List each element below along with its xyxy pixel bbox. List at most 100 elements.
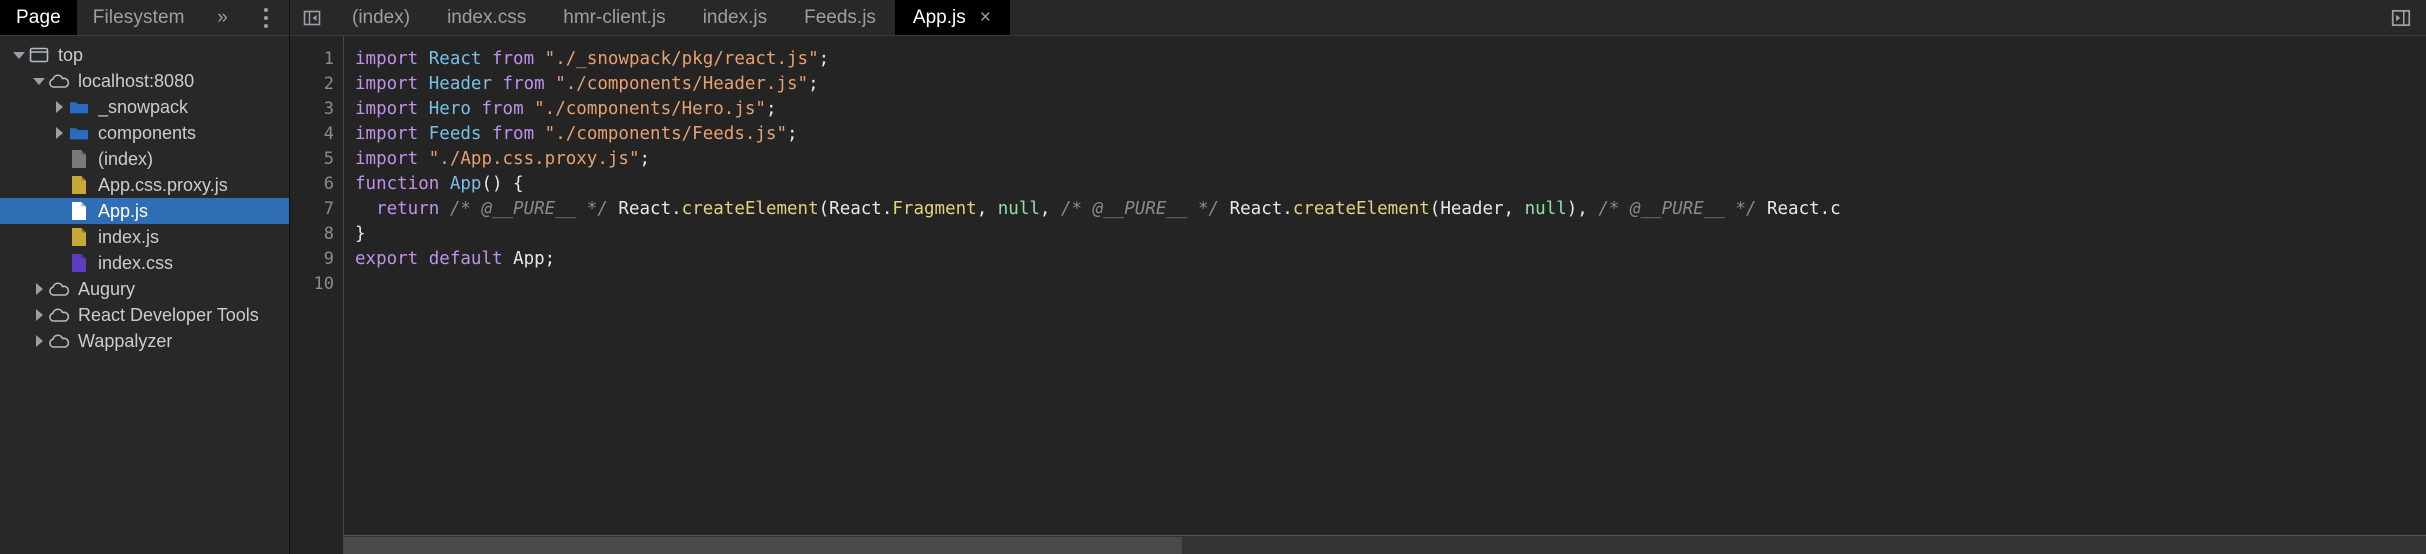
code-token: /* @__PURE__ */: [449, 199, 608, 219]
code-line[interactable]: return /* @__PURE__ */ React.createEleme…: [355, 197, 2426, 222]
cloud-icon: [49, 282, 70, 296]
folder-icon: [70, 102, 88, 114]
file-document-icon: [72, 150, 86, 168]
code-token: /* @__PURE__ */: [1598, 199, 1757, 219]
navigator-tabbar: Page Filesystem »: [0, 0, 289, 36]
code-token: () {: [481, 174, 524, 194]
code-editor[interactable]: 1 2 3 4 5 6 7 8 9 10 import React from "./_snowpa…: [290, 36, 2426, 554]
code-line[interactable]: export default App;: [355, 247, 2426, 272]
code-line[interactable]: import Feeds from "./components/Feeds.js…: [355, 122, 2426, 147]
code-line[interactable]: }: [355, 222, 2426, 247]
chevron-right-icon[interactable]: [30, 283, 48, 295]
file-document-icon: [68, 149, 90, 169]
chevron-right-icon[interactable]: [50, 101, 68, 113]
source-code[interactable]: import React from "./_snowpack/pkg/react…: [344, 36, 2426, 554]
code-token: createElement: [681, 199, 819, 219]
code-token: App: [449, 174, 482, 194]
line-number: 4: [323, 124, 334, 144]
tree-item-label: Augury: [78, 278, 136, 299]
kebab-dot: [264, 7, 268, 12]
tree-item-app-css-proxy-js[interactable]: App.css.proxy.js: [0, 172, 289, 198]
editor-tabbar: (index) index.css hmr-client.js index.js Fee…: [290, 0, 2426, 36]
tree-item-snowpack[interactable]: _snowpack: [0, 94, 289, 120]
code-line[interactable]: import React from "./_snowpack/pkg/react…: [355, 47, 2426, 72]
code-token: function: [355, 174, 450, 194]
file-tree[interactable]: top localhost:8080 _snowpack components (ind…: [0, 36, 289, 554]
chevron-right-icon[interactable]: [30, 309, 48, 321]
tree-item-localhost-8080[interactable]: localhost:8080: [0, 68, 289, 94]
chevron-double-right-icon[interactable]: »: [201, 0, 245, 35]
horizontal-scrollbar[interactable]: [344, 535, 2426, 554]
code-token: ),: [1566, 199, 1599, 219]
code-token: import: [355, 49, 429, 69]
kebab-menu-icon[interactable]: [253, 0, 279, 35]
code-token: return: [376, 199, 440, 219]
editor-tab-label: App.js: [912, 6, 966, 28]
tree-item-index-css[interactable]: index.css: [0, 250, 289, 276]
code-token: "./components/Feeds.js": [544, 124, 787, 144]
tree-item-index[interactable]: (index): [0, 146, 289, 172]
code-token: ;: [765, 99, 777, 119]
code-token: React.: [1219, 199, 1293, 219]
code-token: (Header,: [1429, 199, 1525, 219]
code-token: React.: [607, 199, 682, 219]
line-number: 1: [323, 49, 334, 69]
editor-tab-index[interactable]: (index): [334, 0, 429, 35]
editor-tab-index-js[interactable]: index.js: [685, 0, 786, 35]
tree-item-components[interactable]: components: [0, 120, 289, 146]
show-navigator-icon[interactable]: [290, 0, 334, 35]
tree-item-app-js[interactable]: App.js: [0, 198, 289, 224]
tree-item-augury[interactable]: Augury: [0, 276, 289, 302]
cloud-icon: [49, 334, 70, 348]
file-css-icon: [72, 254, 86, 272]
tree-item-react-developer-tools[interactable]: React Developer Tools: [0, 302, 289, 328]
editor-tab-label: index.css: [447, 6, 527, 28]
code-token: Feeds: [428, 124, 482, 144]
tree-item-label: index.js: [98, 226, 160, 247]
chevron-down-icon[interactable]: [30, 77, 48, 85]
cloud-icon: [49, 308, 70, 322]
folder-icon: [70, 128, 88, 140]
tree-item-top[interactable]: top: [0, 42, 289, 68]
close-icon[interactable]: ×: [980, 8, 991, 27]
code-line[interactable]: [355, 272, 2426, 297]
show-debugger-icon[interactable]: [2390, 0, 2426, 35]
code-token: from: [470, 99, 535, 119]
navigator-more-label: »: [217, 6, 228, 28]
line-number: 7: [323, 199, 334, 219]
cloud-icon: [49, 74, 70, 88]
code-line[interactable]: function App() {: [355, 172, 2426, 197]
code-line[interactable]: import Hero from "./components/Hero.js";: [355, 97, 2426, 122]
code-token: React.c: [1756, 199, 1841, 219]
chevron-right-icon[interactable]: [50, 127, 68, 139]
editor-tab-label: index.js: [702, 6, 768, 28]
line-number: 9: [323, 249, 334, 269]
code-token: ;: [787, 124, 798, 144]
editor-tab-index-css[interactable]: index.css: [429, 0, 545, 35]
editor-tab-feeds-js[interactable]: Feeds.js: [786, 0, 895, 35]
chevron-down-icon[interactable]: [10, 51, 28, 59]
line-number: 6: [323, 174, 334, 194]
code-line[interactable]: import "./App.css.proxy.js";: [355, 147, 2426, 172]
code-line[interactable]: import Header from "./components/Header.…: [355, 72, 2426, 97]
code-token: ;: [808, 74, 819, 94]
editor-tab-label: (index): [352, 6, 411, 28]
navigator-pane: Page Filesystem » top localhost:8080 _snow…: [0, 0, 290, 554]
editor-tab-hmr-client-js[interactable]: hmr-client.js: [545, 0, 684, 35]
navigator-tab-filesystem[interactable]: Filesystem: [77, 0, 201, 35]
chevron-right-icon[interactable]: [30, 335, 48, 347]
frame-icon: [29, 47, 49, 63]
code-token: ;: [544, 249, 556, 269]
tree-item-label: components: [98, 122, 197, 143]
code-token: import: [355, 74, 429, 94]
editor-tab-app-js[interactable]: App.js ×: [894, 0, 1010, 35]
file-js-selected-icon: [68, 201, 90, 221]
tree-item-label: App.css.proxy.js: [98, 174, 228, 195]
horizontal-scrollbar-thumb[interactable]: [344, 537, 1182, 554]
tree-item-index-js[interactable]: index.js: [0, 224, 289, 250]
tree-item-label: index.css: [98, 252, 174, 273]
code-token: import: [355, 149, 429, 169]
tree-item-wappalyzer[interactable]: Wappalyzer: [0, 328, 289, 354]
navigator-tab-page[interactable]: Page: [0, 0, 77, 35]
